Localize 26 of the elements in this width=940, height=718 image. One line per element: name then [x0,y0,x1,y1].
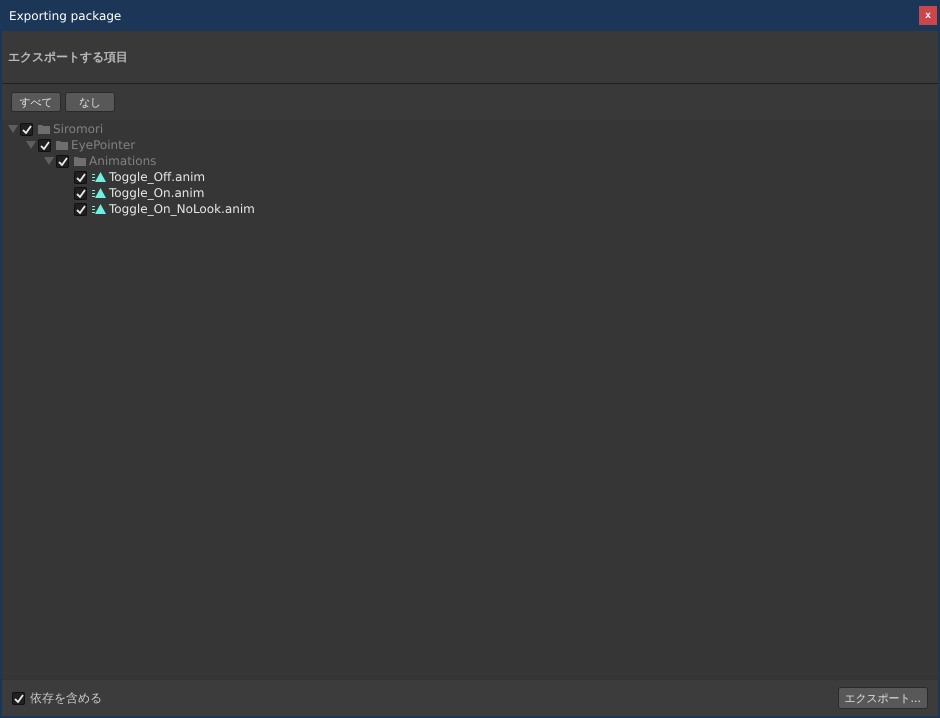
checkbox[interactable] [74,186,87,200]
export-button[interactable]: エクスポート... [838,687,928,709]
tree-item-label[interactable]: Toggle_On_NoLook.anim [109,202,255,216]
checkbox[interactable] [56,154,69,168]
checkbox-label: 依存を含める [30,690,102,706]
checkbox[interactable] [12,692,25,704]
close-button[interactable]: x [919,6,937,25]
animation-clip-icon [92,204,106,214]
select-button[interactable]: なし [65,92,115,112]
tree-item-label[interactable]: Animations [89,154,156,168]
window-title: Exporting package [9,8,122,22]
checkbox[interactable] [20,122,33,136]
folder-icon [38,124,50,134]
checkbox[interactable] [74,170,87,184]
tree-item-label[interactable]: EyePointer [71,138,136,152]
checkbox[interactable] [38,138,51,152]
tree-item-label[interactable]: Toggle_On.anim [109,186,204,200]
animation-clip-icon [92,172,106,182]
folder-icon [56,140,68,150]
animation-clip-icon [92,188,106,198]
header-title: エクスポートする項目 [8,48,128,66]
tree-item-label[interactable]: Siromori [53,122,104,136]
folder-icon [74,156,86,166]
select-button[interactable]: すべて [11,92,61,112]
tree-item-label[interactable]: Toggle_Off.anim [109,170,206,184]
checkbox[interactable] [74,202,87,216]
